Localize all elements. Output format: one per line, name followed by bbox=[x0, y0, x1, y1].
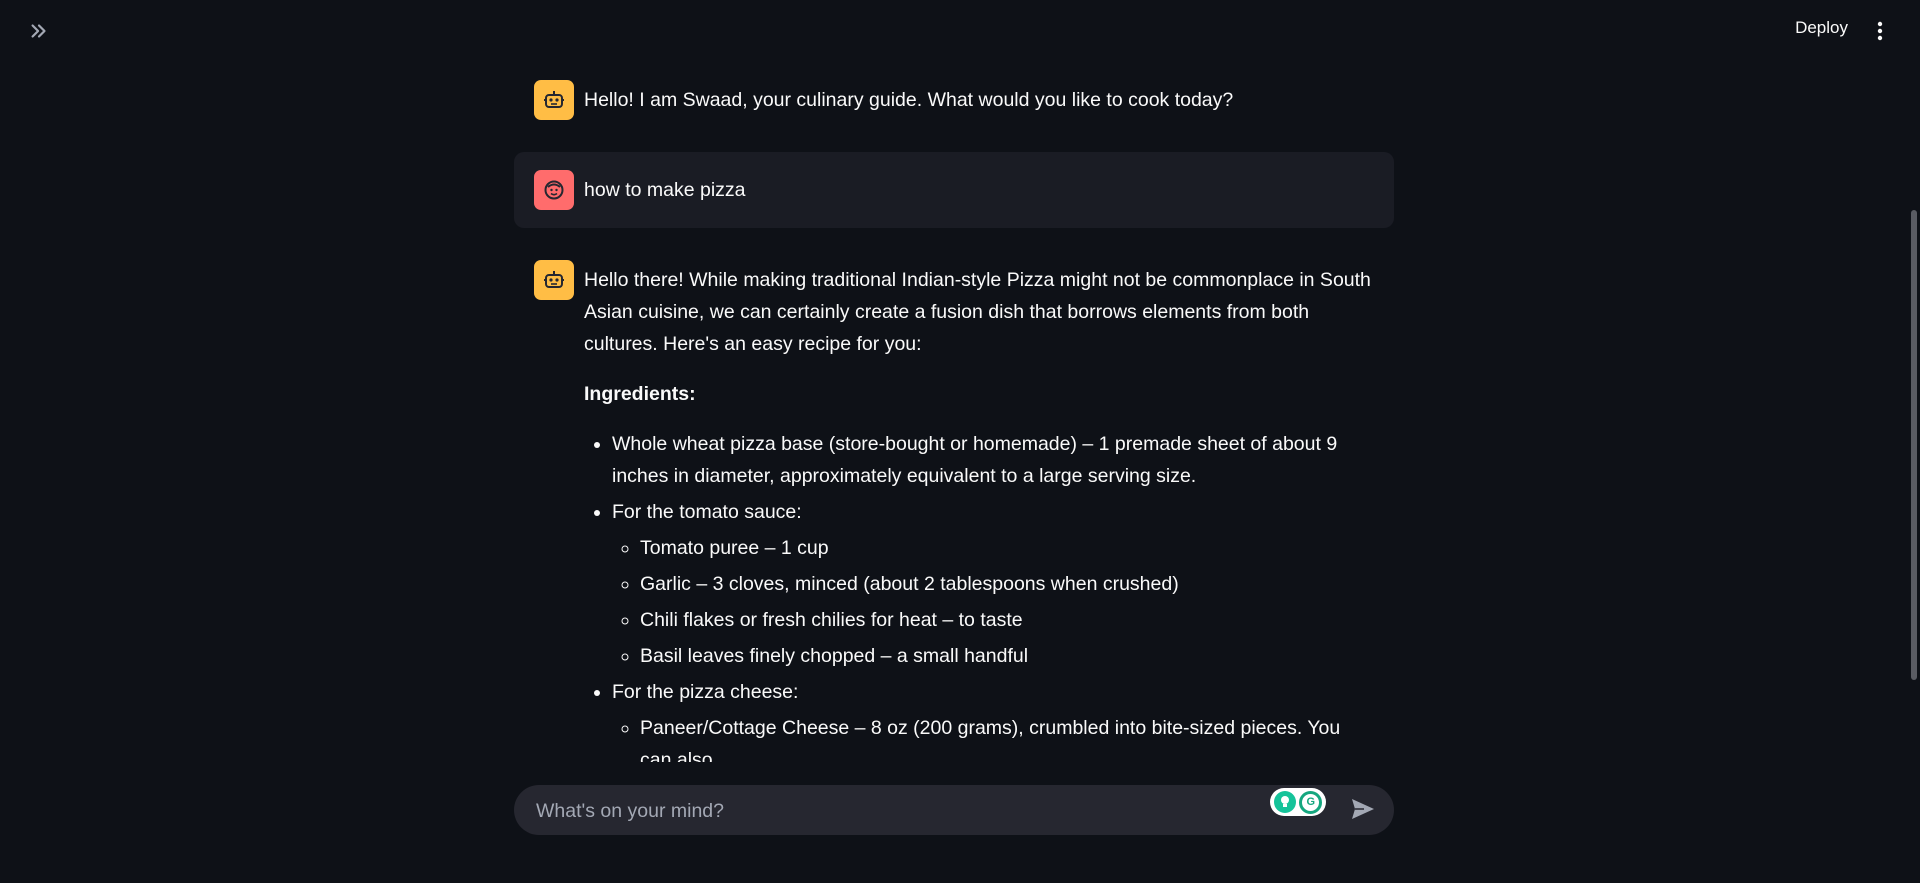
list-item: For the pizza cheese: Paneer/Cottage Che… bbox=[612, 676, 1374, 762]
cheese-list: Paneer/Cottage Cheese – 8 oz (200 grams)… bbox=[612, 712, 1374, 762]
message-text: Hello there! While making traditional In… bbox=[584, 260, 1374, 762]
sauce-heading: For the tomato sauce: bbox=[612, 501, 802, 523]
list-item: Basil leaves finely chopped – a small ha… bbox=[640, 640, 1374, 672]
list-item: Chili flakes or fresh chilies for heat –… bbox=[640, 604, 1374, 636]
main-menu-button[interactable] bbox=[1870, 18, 1890, 44]
face-icon bbox=[544, 180, 564, 200]
deploy-button[interactable]: Deploy bbox=[1795, 18, 1848, 38]
grammarly-suggestion-icon bbox=[1273, 791, 1296, 813]
double-chevron-right-icon bbox=[31, 24, 46, 38]
grammarly-widget[interactable]: G bbox=[1270, 788, 1326, 816]
response-intro: Hello there! While making traditional In… bbox=[584, 269, 1371, 355]
chat-messages: Hello! I am Swaad, your culinary guide. … bbox=[514, 62, 1394, 762]
robot-icon bbox=[544, 91, 564, 108]
bot-avatar bbox=[534, 80, 574, 120]
ingredients-list: Whole wheat pizza base (store-bought or … bbox=[584, 428, 1374, 762]
list-item: Garlic – 3 cloves, minced (about 2 table… bbox=[640, 568, 1374, 600]
list-item: Whole wheat pizza base (store-bought or … bbox=[612, 428, 1374, 492]
bot-avatar bbox=[534, 260, 574, 300]
message-text: Hello! I am Swaad, your culinary guide. … bbox=[584, 89, 1234, 111]
cheese-heading: For the pizza cheese: bbox=[612, 681, 799, 703]
list-item: For the tomato sauce: Tomato puree – 1 c… bbox=[612, 496, 1374, 672]
sidebar-toggle-button[interactable] bbox=[26, 18, 52, 44]
send-icon bbox=[1352, 799, 1374, 819]
list-item: Tomato puree – 1 cup bbox=[640, 532, 1374, 564]
send-button[interactable] bbox=[1350, 797, 1378, 823]
chat-input-container: G bbox=[514, 785, 1394, 837]
user-avatar bbox=[534, 170, 574, 210]
vertical-dots-icon bbox=[1877, 21, 1883, 41]
top-bar: Deploy bbox=[0, 0, 1920, 62]
robot-icon bbox=[544, 271, 564, 288]
ingredients-heading: Ingredients: bbox=[584, 383, 696, 405]
chat-input[interactable] bbox=[534, 785, 1278, 837]
message-text: how to make pizza bbox=[584, 179, 746, 201]
chat-main-area[interactable]: Hello! I am Swaad, your culinary guide. … bbox=[0, 62, 1920, 762]
user-message: how to make pizza bbox=[514, 152, 1394, 228]
assistant-message: Hello there! While making traditional In… bbox=[514, 242, 1394, 762]
scrollbar[interactable] bbox=[1911, 210, 1917, 680]
grammarly-icon: G bbox=[1299, 790, 1323, 814]
assistant-message: Hello! I am Swaad, your culinary guide. … bbox=[514, 62, 1394, 138]
list-item: Paneer/Cottage Cheese – 8 oz (200 grams)… bbox=[640, 712, 1374, 762]
sauce-list: Tomato puree – 1 cup Garlic – 3 cloves, … bbox=[612, 532, 1374, 672]
